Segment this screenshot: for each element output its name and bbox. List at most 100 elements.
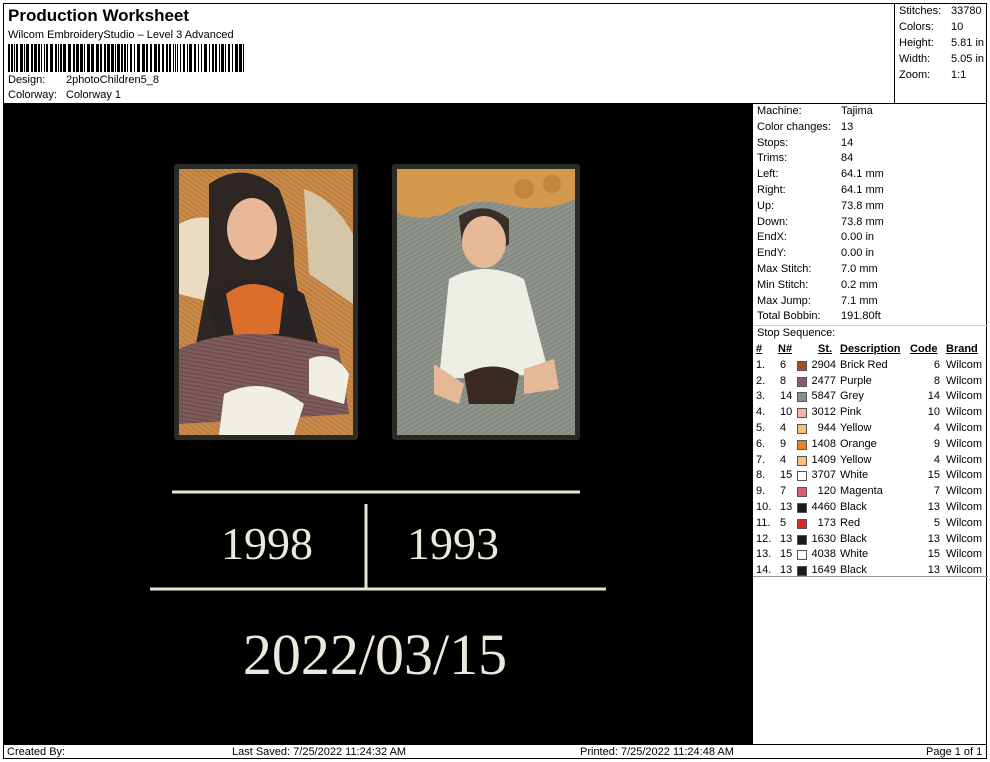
stop-description: Black xyxy=(840,532,867,545)
info-value: 0.00 in xyxy=(841,247,875,260)
stop-needle: 6 xyxy=(780,358,787,371)
stop-needle: 4 xyxy=(780,453,787,466)
stop-row: 2. 8 2477 Purple 8 Wilcom xyxy=(756,374,986,390)
stat-label: Width: xyxy=(899,53,931,65)
stop-description: Orange xyxy=(840,437,877,450)
info-value: 84 xyxy=(841,152,854,165)
stop-sequence-label: Stop Sequence: xyxy=(757,327,836,339)
header-brand: Brand xyxy=(946,343,978,355)
header-n: N# xyxy=(778,343,793,355)
stat-value: 5.81 in xyxy=(951,37,985,49)
printed-date: Printed: 7/25/2022 11:24:48 AM xyxy=(580,746,734,758)
stop-brand: Wilcom xyxy=(946,374,983,387)
stop-code: 4 xyxy=(933,453,940,466)
stop-row: 1. 6 2904 Brick Red 6 Wilcom xyxy=(756,358,986,374)
stop-stitches: 944 xyxy=(817,421,836,434)
stop-code: 15 xyxy=(927,548,940,561)
stat-value: 1:1 xyxy=(951,69,967,81)
stop-brand: Wilcom xyxy=(946,453,983,466)
stop-stitches: 2904 xyxy=(811,358,836,371)
barcode-image xyxy=(8,44,244,72)
stop-description: White xyxy=(840,469,869,482)
stop-index: 4. xyxy=(756,406,766,419)
stop-stitches: 3707 xyxy=(811,469,836,482)
stop-row: 11. 5 173 Red 5 Wilcom xyxy=(756,516,986,532)
stop-sequence-table: # N# St. Description Code Brand 1. 6 2904 B… xyxy=(756,342,986,579)
stop-needle: 4 xyxy=(780,421,787,434)
stat-value: 5.05 in xyxy=(951,53,985,65)
stop-brand: Wilcom xyxy=(946,437,983,450)
stop-brand: Wilcom xyxy=(946,421,983,434)
stop-index: 12. xyxy=(756,532,772,545)
info-value: 191.80ft xyxy=(841,310,881,323)
stop-brand: Wilcom xyxy=(946,406,983,419)
colorway-value: Colorway 1 xyxy=(66,89,122,101)
info-value: 64.1 mm xyxy=(841,184,884,196)
info-label: Down: xyxy=(757,215,789,228)
info-value: 13 xyxy=(841,120,854,133)
stop-stitches: 1409 xyxy=(811,453,836,466)
stop-description: Yellow xyxy=(840,421,872,434)
stop-needle: 15 xyxy=(780,469,793,482)
year-left-text: 1998 xyxy=(221,518,313,569)
stop-needle: 5 xyxy=(780,516,787,529)
stat-label: Colors: xyxy=(899,21,934,33)
stop-code: 14 xyxy=(927,390,940,403)
info-value: 73.8 mm xyxy=(841,215,884,228)
stop-needle: 8 xyxy=(780,374,787,387)
stop-row: 4. 10 3012 Pink 10 Wilcom xyxy=(756,405,986,421)
stop-description: Yellow xyxy=(840,453,872,466)
stop-needle: 14 xyxy=(780,390,793,403)
stop-stitches: 3012 xyxy=(811,406,836,419)
stop-needle: 7 xyxy=(780,485,787,498)
stop-stitches: 5847 xyxy=(811,390,836,403)
stop-description: White xyxy=(840,548,869,561)
design-name-row: Design: 2photoChildren5_8 xyxy=(8,74,159,86)
last-saved: Last Saved: 7/25/2022 11:24:32 AM xyxy=(232,746,407,758)
page-number: Page 1 of 1 xyxy=(926,746,983,758)
stop-row: 6. 9 1408 Orange 9 Wilcom xyxy=(756,437,986,453)
stop-code: 5 xyxy=(933,516,940,529)
stop-code: 13 xyxy=(927,500,940,513)
info-label: Right: xyxy=(757,184,786,196)
info-label: Left: xyxy=(757,168,779,181)
stop-description: Grey xyxy=(840,390,864,403)
stat-value: 10 xyxy=(951,21,964,33)
stop-brand: Wilcom xyxy=(946,485,983,498)
stop-code: 9 xyxy=(933,437,940,450)
created-by: Created By: xyxy=(7,746,66,758)
stop-code: 8 xyxy=(933,374,940,387)
stop-index: 2. xyxy=(756,374,766,387)
info-label: Total Bobbin: xyxy=(757,310,821,323)
stop-stitches: 2477 xyxy=(811,374,836,387)
stop-table-header: # N# St. Description Code Brand xyxy=(756,342,986,358)
info-label: Machine: xyxy=(757,105,802,117)
stop-brand: Wilcom xyxy=(946,358,983,371)
stop-description: Red xyxy=(840,516,861,529)
embroidery-preview-image: 1998 1993 2022/03/15 xyxy=(150,164,606,687)
header-code: Code xyxy=(910,343,938,355)
stop-row: 5. 4 944 Yellow 4 Wilcom xyxy=(756,421,986,437)
info-label: Max Stitch: xyxy=(757,263,812,275)
stop-row: 9. 7 120 Magenta 7 Wilcom xyxy=(756,484,986,500)
stop-index: 6. xyxy=(756,437,766,450)
stat-label: Zoom: xyxy=(899,69,931,81)
info-label: Up: xyxy=(757,199,775,212)
stop-brand: Wilcom xyxy=(946,516,983,529)
year-right-text: 1993 xyxy=(407,518,499,569)
stop-brand: Wilcom xyxy=(946,390,983,403)
stop-brand: Wilcom xyxy=(946,532,983,545)
stop-index: 10. xyxy=(756,500,772,513)
stop-stitches: 1408 xyxy=(811,437,836,450)
stat-label: Height: xyxy=(899,37,934,49)
header-st: St. xyxy=(818,343,833,355)
stop-row: 3. 14 5847 Grey 14 Wilcom xyxy=(756,389,986,405)
stop-brand: Wilcom xyxy=(946,469,983,482)
stop-needle: 13 xyxy=(780,500,793,513)
left-photo-patch xyxy=(174,164,358,440)
stop-row: 13. 15 4038 White 15 Wilcom xyxy=(756,547,986,563)
info-value: 0.00 in xyxy=(841,231,875,244)
stop-description: Magenta xyxy=(840,485,883,498)
stop-description: Pink xyxy=(840,406,862,419)
machine-info-panel: Machine: Tajima Color changes: 13 Stops: 14 Tr… xyxy=(752,104,988,744)
